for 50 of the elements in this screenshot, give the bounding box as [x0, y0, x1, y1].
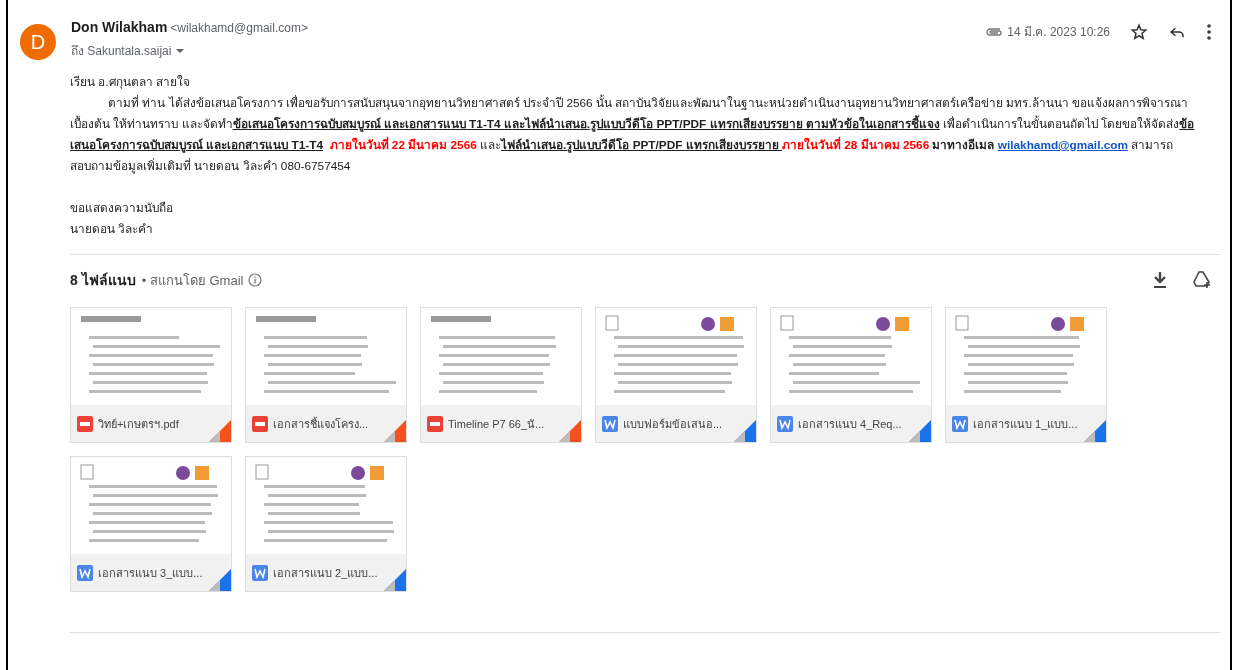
- file-name: เอกสารแนบ 4_Req...: [798, 416, 902, 432]
- recipient: ถึง Sakuntala.saijai: [71, 43, 172, 60]
- attachment-card[interactable]: เอกสารชี้แจงโครง...: [245, 307, 407, 443]
- attachment-count: 8 ไฟล์แนบ: [70, 271, 136, 290]
- file-name: เอกสารแนบ 1_แบบ...: [973, 416, 1078, 432]
- pdf-icon: [252, 415, 268, 432]
- corner-fold-icon: [209, 420, 231, 442]
- corner-fold-icon: [1084, 420, 1106, 442]
- email-link[interactable]: wilakhamd@gmail.com: [997, 138, 1128, 152]
- word-icon: [252, 564, 268, 581]
- closing: ขอแสดงความนับถือ: [70, 200, 174, 217]
- corner-fold-icon: [384, 569, 406, 591]
- attachment-card[interactable]: วิทย์+เกษตรฯ.pdf: [70, 307, 232, 443]
- attachment-card[interactable]: เอกสารแนบ 4_Req...: [770, 307, 932, 443]
- corner-fold-icon: [559, 420, 581, 442]
- sender-name: Don Wilakham: [71, 19, 168, 35]
- corner-fold-icon: [209, 569, 231, 591]
- corner-fold-icon: [909, 420, 931, 442]
- word-icon: [777, 415, 793, 432]
- attachment-card[interactable]: Timeline P7 66_นั...: [420, 307, 582, 443]
- pdf-icon: [77, 415, 93, 432]
- corner-fold-icon: [734, 420, 756, 442]
- attachment-icon: [986, 26, 1003, 37]
- add-to-drive-button[interactable]: [1192, 270, 1212, 290]
- word-icon: [602, 415, 618, 432]
- file-name: เอกสารแนบ 2_แบบ...: [273, 565, 378, 581]
- sender-email: <wilakhamd@gmail.com>: [170, 21, 308, 35]
- word-icon: [77, 564, 93, 581]
- info-icon[interactable]: [248, 273, 263, 287]
- greeting: เรียน อ.ศกุนตลา สายใจ: [70, 74, 191, 91]
- file-name: วิทย์+เกษตรฯ.pdf: [98, 416, 179, 432]
- email-date: 14 มี.ค. 2023 10:26: [1007, 24, 1110, 41]
- attachment-card[interactable]: เอกสารแนบ 3_แบบ...: [70, 456, 232, 592]
- file-name: แบบฟอร์มข้อเสนอ...: [623, 416, 723, 432]
- attachment-card[interactable]: เอกสารแนบ 2_แบบ...: [245, 456, 407, 592]
- download-button[interactable]: [1152, 271, 1168, 289]
- attachment-card[interactable]: แบบฟอร์มข้อเสนอ...: [595, 307, 757, 443]
- signature: นายดอน วิละคำ: [70, 221, 155, 238]
- pdf-icon: [427, 415, 443, 432]
- file-name: เอกสารแนบ 3_แบบ...: [98, 565, 203, 581]
- file-name: Timeline P7 66_นั...: [448, 416, 545, 432]
- star-button[interactable]: [1130, 22, 1148, 41]
- more-options-button[interactable]: [1206, 22, 1212, 41]
- word-icon: [952, 415, 968, 432]
- scan-note: • สแกนโดย Gmail: [141, 271, 244, 290]
- attachment-card[interactable]: เอกสารแนบ 1_แบบ...: [945, 307, 1107, 443]
- file-name: เอกสารชี้แจงโครง...: [273, 416, 369, 432]
- corner-fold-icon: [384, 420, 406, 442]
- body-paragraph: ตามที่ ท่าน ได้ส่งข้อเสนอโครงการ เพื่อขอรับการสนับสนุนจากอุทยานวิทยาศาสตร์ ประจำปี 2566 นั้น สถาบันวิจัยและพัฒนาในฐานะหน่วยดำเนินงานอุทยานวิทยาศาสตร์เครือข่าย มทร.ล้านนา ขอแจ้งผลการพิจารณาเบื้องต้น ให้ท่านทราบ และจัดทำข้อเสนอโครงการฉบับสมบูรณ์ และเอกสารแนบ T1-T4 และไฟล์นำเสนอ.รูปแบบวีดีโอ PPT/PDF แทรกเสียงบรรยาย ตามหัวข้อในเอกสารชี้แจง เพื่อดำเนินการในขั้นตอนถัดไป โดยขอให้จัดส่งข้อเสนอโครงการฉบับสมบูรณ์ และเอกสารแนบ T1-T4 ภายในวันที่ 22 มีนาคม 2566 และไฟล์นำเสนอ.รูปแบบวีดีโอ PPT/PDF แทรกเสียงบรรยาย ภายในวันที่ 28 มีนาคม 2566 มาทางอีเมล wilakhamd@gmail.com สามารถสอบถามข้อมูลเพิ่มเติมที่ นายดอน วิละคำ 080-6757454: [70, 93, 1196, 176]
- avatar: D: [20, 24, 56, 60]
